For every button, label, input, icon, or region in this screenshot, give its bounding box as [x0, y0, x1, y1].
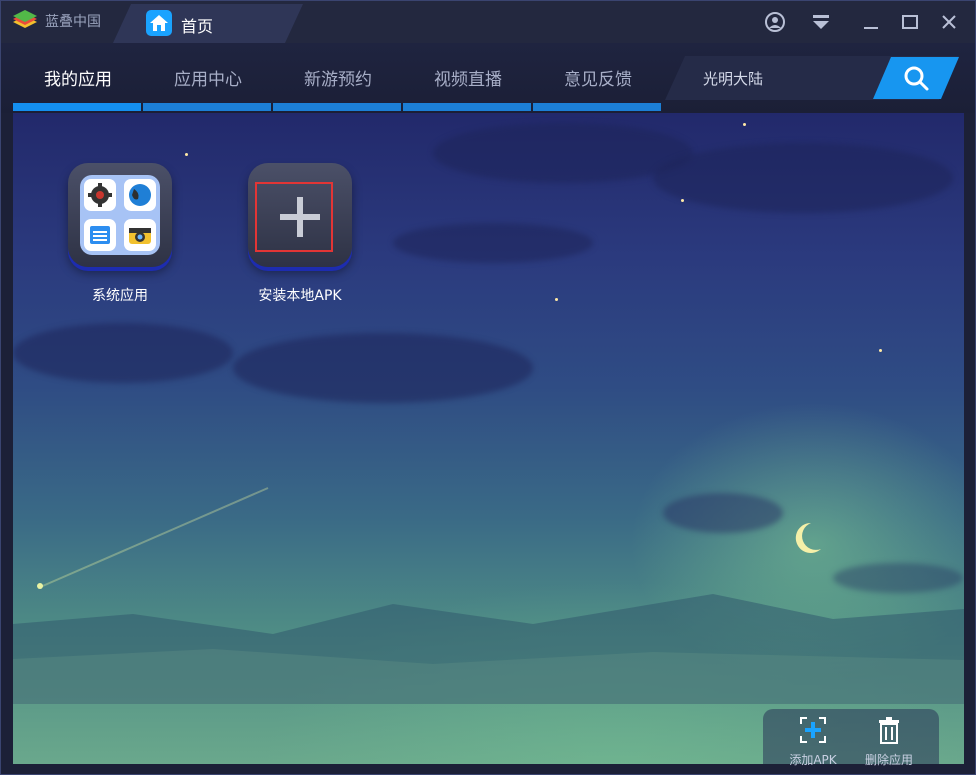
nav-tab-underline [143, 103, 271, 111]
hills-decor [13, 594, 964, 704]
nav-tab-underline [533, 103, 661, 111]
nav-tab-underline [273, 103, 401, 111]
account-icon[interactable] [762, 9, 788, 35]
app-window: 蓝叠中国 首页 我的应用 应用中心 新游预约 视频直播 意见反馈 光明大陆 系统… [0, 0, 976, 775]
nav-tab-feedback[interactable]: 意见反馈 [533, 43, 663, 111]
close-icon[interactable] [936, 9, 962, 35]
nav-tab-label: 应用中心 [174, 69, 242, 90]
app-label: 安装本地APK [258, 288, 342, 304]
maximize-icon[interactable] [897, 9, 923, 35]
nav-tab-label: 新游预约 [304, 69, 372, 90]
bluestacks-logo-icon [13, 10, 37, 28]
system-apps-folder-icon [68, 163, 172, 267]
nav-tab-label: 视频直播 [434, 69, 502, 90]
nav-tab-new-games[interactable]: 新游预约 [273, 43, 403, 111]
add-apk-button[interactable]: 添加APK [773, 709, 853, 767]
nav-tab-my-apps[interactable]: 我的应用 [13, 43, 143, 111]
desktop-area: 系统应用 安装本地APK [13, 113, 964, 764]
add-apk-label: 添加APK [789, 753, 837, 767]
search-icon [904, 66, 929, 91]
add-apk-icon [800, 717, 826, 743]
delete-app-label: 删除应用 [864, 753, 913, 767]
nav-tab-label: 意见反馈 [564, 69, 632, 90]
minimize-icon[interactable] [858, 9, 884, 35]
brand: 蓝叠中国 [11, 10, 101, 32]
browser-globe-icon [129, 184, 151, 206]
install-apk-tile [248, 163, 352, 267]
camera-icon [129, 228, 151, 244]
tab-home-label: 首页 [181, 17, 214, 36]
title-bar: 蓝叠中国 首页 [1, 1, 975, 43]
nav-tab-label: 我的应用 [44, 69, 112, 90]
bottom-action-bar: 添加APK 删除应用 [763, 709, 939, 767]
search-input[interactable] [701, 66, 865, 90]
nav-tab-app-center[interactable]: 应用中心 [143, 43, 273, 111]
nav-tab-live-video[interactable]: 视频直播 [403, 43, 533, 111]
nav-tab-underline [13, 103, 141, 111]
home-icon [146, 10, 172, 36]
file-manager-icon [90, 226, 110, 244]
app-label: 系统应用 [92, 288, 148, 304]
settings-gear-icon [88, 183, 112, 207]
tab-home[interactable]: 首页 [113, 4, 303, 43]
nav-bar: 我的应用 应用中心 新游预约 视频直播 意见反馈 [1, 43, 975, 113]
menu-dropdown-icon[interactable] [808, 9, 834, 35]
trash-icon [879, 717, 899, 744]
app-system-apps[interactable]: 系统应用 [55, 163, 185, 305]
app-install-local-apk[interactable]: 安装本地APK [235, 163, 365, 305]
brand-name: 蓝叠中国 [45, 14, 101, 30]
nav-tab-underline [403, 103, 531, 111]
plus-icon [280, 197, 320, 237]
moon-decor [795, 522, 821, 553]
delete-app-button[interactable]: 删除应用 [849, 709, 929, 767]
